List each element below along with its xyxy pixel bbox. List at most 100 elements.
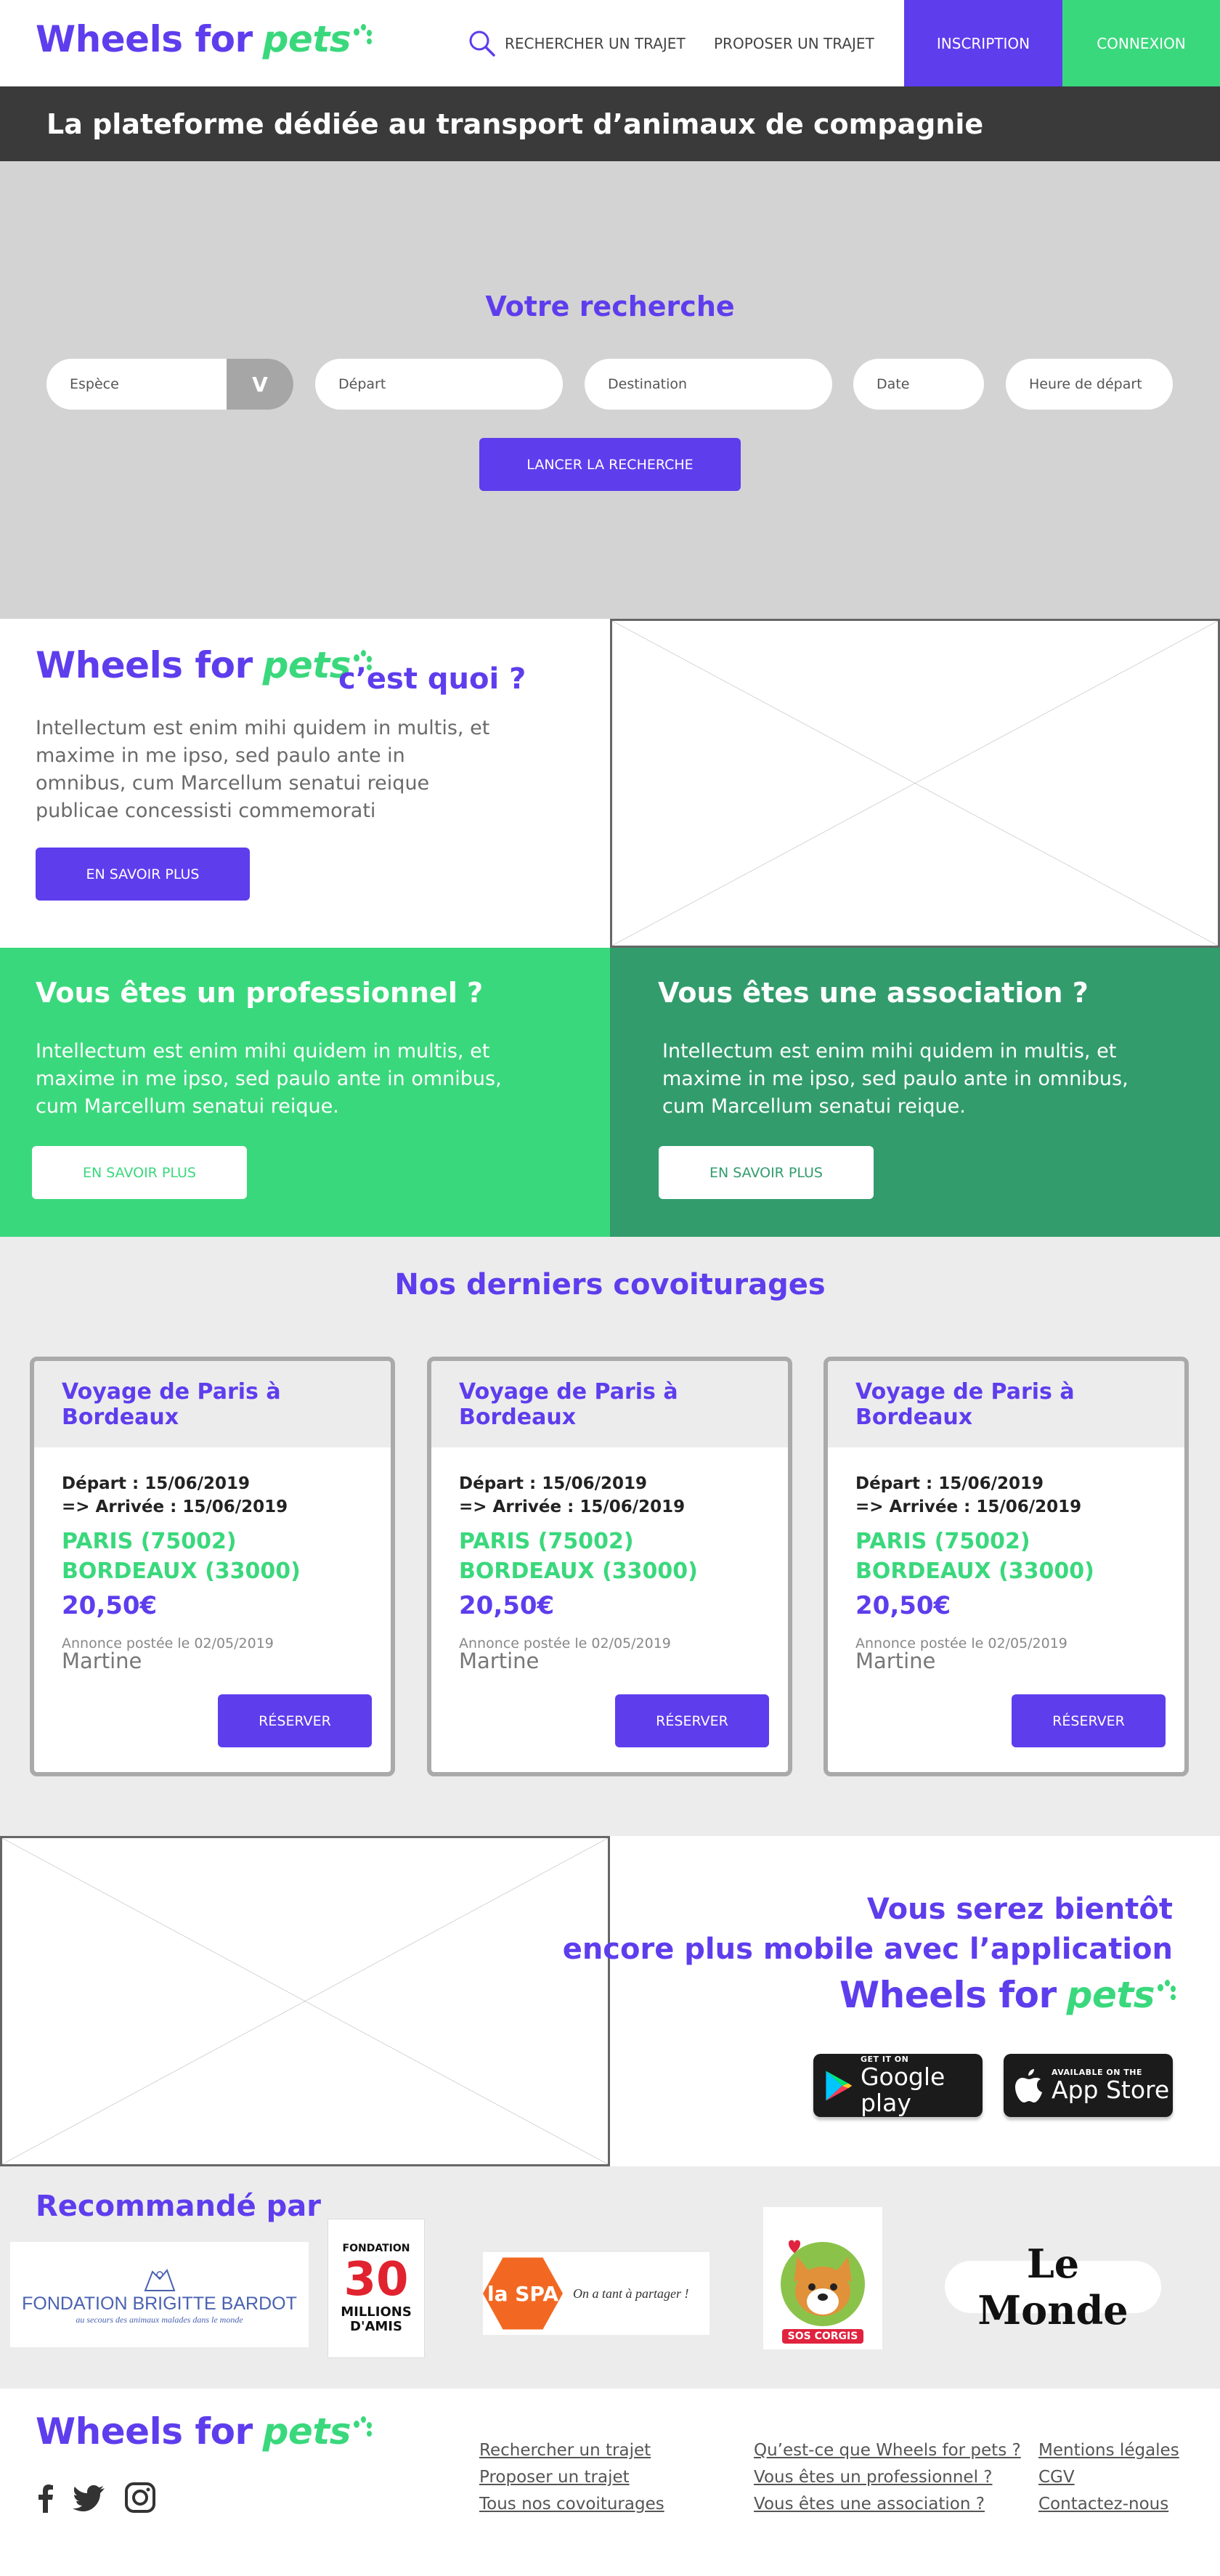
footer-link-cgv[interactable]: CGV xyxy=(1038,2468,1075,2487)
ride-price: 20,50€ xyxy=(855,1591,951,1620)
search-icon xyxy=(469,31,495,57)
login-button[interactable]: CONNEXION xyxy=(1062,0,1220,86)
species-select[interactable]: Espèce V xyxy=(46,359,293,410)
brand-logo: Wheels for pets xyxy=(839,1974,1176,2016)
recommended-section: Recommandé par FONDATION BRIGITTE BARDOT… xyxy=(0,2166,1220,2389)
departure-placeholder: Départ xyxy=(338,376,386,392)
tagline-text: La plateforme dédiée au transport d’anim… xyxy=(46,107,984,140)
footer-link-legal[interactable]: Mentions légales xyxy=(1038,2441,1179,2460)
search-submit-button[interactable]: LANCER LA RECHERCHE xyxy=(479,438,741,491)
latest-rides-section: Nos derniers covoiturages Voyage de Pari… xyxy=(0,1237,1220,1836)
ride-card-dates: Départ : 15/06/2019 => Arrivée : 15/06/2… xyxy=(62,1472,288,1519)
signup-button[interactable]: INSCRIPTION xyxy=(904,0,1062,86)
bardot-emblem-icon xyxy=(144,2268,175,2291)
paw-icon xyxy=(351,2416,373,2453)
brand-word-wheels: Wheels for xyxy=(36,18,253,60)
professional-title: Vous êtes un professionnel ? xyxy=(36,977,484,1009)
le-monde-logo-text: Le Monde xyxy=(977,2240,1128,2333)
paw-icon xyxy=(1155,1980,1176,2016)
whatis-learn-more-button[interactable]: EN SAVOIR PLUS xyxy=(36,848,250,901)
spa-slogan: On a tant à partager ! xyxy=(573,2286,689,2301)
nav-search-link[interactable]: RECHERCHER UN TRAJET xyxy=(467,0,686,86)
brand-word-wheels: Wheels for xyxy=(36,644,253,686)
footer-link-what-is[interactable]: Qu’est-ce que Wheels for pets ? xyxy=(754,2441,1021,2460)
brand-word-pets: pets xyxy=(262,18,351,60)
ride-to: BORDEAUX (33000) xyxy=(459,1559,698,1584)
app-line-2: encore plus mobile avec l’application xyxy=(562,1933,1173,1966)
reserve-button[interactable]: RÉSERVER xyxy=(1012,1694,1166,1747)
apple-icon xyxy=(1015,2068,1042,2102)
association-learn-more-button[interactable]: EN SAVOIR PLUS xyxy=(659,1146,874,1199)
search-section: Votre recherche Espèce V Départ Destinat… xyxy=(0,161,1220,619)
image-placeholder xyxy=(610,619,1220,948)
app-store-big-text: App Store xyxy=(1052,2076,1170,2104)
departure-time-input[interactable]: Heure de départ xyxy=(1006,359,1173,410)
nav-propose-link[interactable]: PROPOSER UN TRAJET xyxy=(714,0,874,86)
google-play-badge[interactable]: GET IT ON Google play xyxy=(813,2054,983,2117)
professional-text: Intellectum est enim mihi quidem in mult… xyxy=(36,1040,502,1118)
professional-panel: Vous êtes un professionnel ? Intellectum… xyxy=(0,948,610,1237)
ride-price: 20,50€ xyxy=(62,1591,158,1620)
google-play-icon xyxy=(826,2071,853,2100)
date-placeholder: Date xyxy=(877,376,910,392)
spa-logo-mark: la SPA xyxy=(483,2257,563,2330)
partner-logo-le-monde[interactable]: Le Monde xyxy=(945,2240,1161,2333)
ride-card[interactable]: Voyage de Paris à Bordeaux Départ : 15/0… xyxy=(30,1357,395,1776)
whatis-question: c’est quoi ? xyxy=(338,662,526,696)
ride-from: PARIS (75002) xyxy=(62,1529,237,1554)
facebook-icon[interactable] xyxy=(29,2481,62,2514)
ride-card-dates: Départ : 15/06/2019 => Arrivée : 15/06/2… xyxy=(459,1472,685,1519)
nav-propose-label: PROPOSER UN TRAJET xyxy=(714,34,874,52)
ride-user: Martine xyxy=(855,1649,936,1673)
footer-link-association[interactable]: Vous êtes une association ? xyxy=(754,2495,985,2514)
reserve-button[interactable]: RÉSERVER xyxy=(218,1694,372,1747)
ride-to: BORDEAUX (33000) xyxy=(855,1559,1094,1584)
ride-route: PARIS (75002) BORDEAUX (33000) xyxy=(855,1527,1094,1586)
ride-to: BORDEAUX (33000) xyxy=(62,1559,301,1584)
brand-logo[interactable]: Wheels for pets xyxy=(36,2410,373,2453)
species-placeholder: Espèce xyxy=(70,376,119,392)
sos-corgis-label: SOS CORGIS xyxy=(781,2329,864,2344)
reserve-button[interactable]: RÉSERVER xyxy=(615,1694,769,1747)
brand-word-pets: pets xyxy=(262,644,351,686)
footer-link-all-rides[interactable]: Tous nos covoiturages xyxy=(479,2495,664,2514)
paw-icon xyxy=(351,24,373,60)
partner-logo-spa[interactable]: la SPA On a tant à partager ! xyxy=(483,2252,709,2335)
twitter-icon[interactable] xyxy=(73,2481,106,2514)
partner-logo-30-millions[interactable]: FONDATION 30 MILLIONS D'AMIS xyxy=(328,2219,425,2358)
instagram-icon[interactable] xyxy=(123,2481,157,2514)
ride-departure-date: Départ : 15/06/2019 xyxy=(459,1474,648,1493)
destination-placeholder: Destination xyxy=(608,376,688,392)
bardot-logo-text: FONDATION BRIGITTE BARDOT xyxy=(22,2293,297,2314)
site-footer: Wheels for pets Rechercher un trajet Pro… xyxy=(0,2389,1220,2550)
ride-route: PARIS (75002) BORDEAUX (33000) xyxy=(459,1527,698,1586)
partner-logo-sos-corgis[interactable]: SOS CORGIS xyxy=(763,2207,882,2349)
footer-link-propose[interactable]: Proposer un trajet xyxy=(479,2468,630,2487)
species-dropdown-toggle[interactable]: V xyxy=(227,359,293,410)
ride-departure-date: Départ : 15/06/2019 xyxy=(855,1474,1044,1493)
ride-card-title: Voyage de Paris à Bordeaux xyxy=(828,1361,1184,1447)
ride-card-dates: Départ : 15/06/2019 => Arrivée : 15/06/2… xyxy=(855,1472,1081,1519)
millions-name: MILLIONS D'AMIS xyxy=(341,2304,412,2334)
ride-from: PARIS (75002) xyxy=(459,1529,634,1554)
brand-word-pets: pets xyxy=(1066,1974,1155,2016)
brand-logo[interactable]: Wheels for pets xyxy=(36,18,373,60)
ride-from: PARIS (75002) xyxy=(855,1529,1030,1554)
professional-learn-more-button[interactable]: EN SAVOIR PLUS xyxy=(32,1146,247,1199)
recommended-title: Recommandé par xyxy=(36,2190,321,2223)
brand-logo: Wheels for pets xyxy=(36,644,373,686)
brand-word-wheels: Wheels for xyxy=(839,1974,1057,2016)
departure-input[interactable]: Départ xyxy=(315,359,563,410)
ride-card[interactable]: Voyage de Paris à Bordeaux Départ : 15/0… xyxy=(427,1357,792,1776)
search-title: Votre recherche xyxy=(485,290,735,322)
mobile-app-section: Vous serez bientôt encore plus mobile av… xyxy=(0,1836,1220,2166)
app-store-badge[interactable]: AVAILABLE ON THE App Store xyxy=(1004,2054,1173,2117)
ride-route: PARIS (75002) BORDEAUX (33000) xyxy=(62,1527,301,1586)
destination-input[interactable]: Destination xyxy=(585,359,832,410)
ride-card[interactable]: Voyage de Paris à Bordeaux Départ : 15/0… xyxy=(824,1357,1189,1776)
footer-link-contact[interactable]: Contactez-nous xyxy=(1038,2495,1168,2514)
date-input[interactable]: Date xyxy=(853,359,984,410)
footer-link-professional[interactable]: Vous êtes un professionnel ? xyxy=(754,2468,992,2487)
footer-link-search[interactable]: Rechercher un trajet xyxy=(479,2441,651,2460)
partner-logo-brigitte-bardot[interactable]: FONDATION BRIGITTE BARDOT au secours des… xyxy=(10,2242,309,2347)
